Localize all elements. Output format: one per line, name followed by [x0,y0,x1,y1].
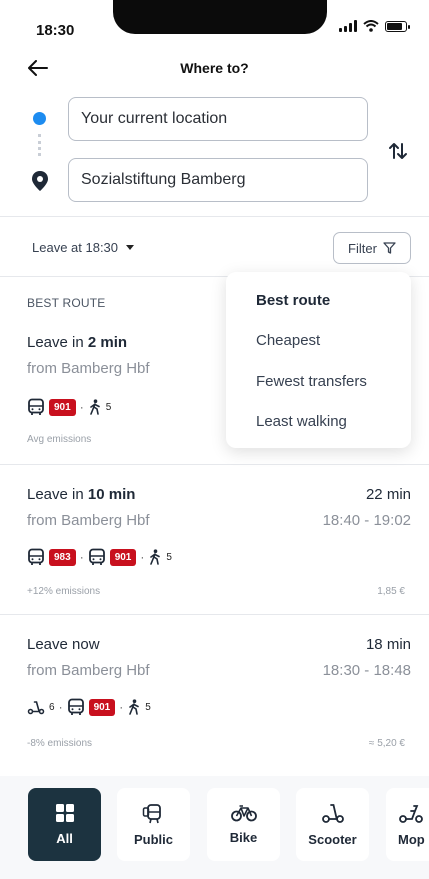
from-station: from Bamberg Hbf [27,662,150,679]
leave-time: Leave in 2 min [27,334,127,351]
from-station: from Bamberg Hbf [27,512,150,529]
device-notch [113,0,327,34]
walk-minutes: 5 [166,551,172,563]
leg-separator: · [79,550,84,564]
mode-label: Bike [229,830,258,845]
filter-label: Filter [348,240,377,256]
best-route-label: BEST ROUTE [27,296,106,310]
transport-mode-bar: All Public Bike Scooter Mop [0,776,429,879]
route-legs: 6 · 901 · 5 [27,698,151,716]
divider [0,216,429,217]
sort-option-cheapest[interactable]: Cheapest [256,332,320,349]
mode-label: Mop [398,832,425,847]
mode-label: Public [133,832,173,847]
leave-at-label: Leave at 18:30 [32,240,119,255]
line-badge: 983 [49,548,76,566]
route-card-3[interactable]: Leave now 18 min from Bamberg Hbf 18:30 … [0,614,429,764]
scooter-icon [321,804,344,823]
leg-separator: · [140,550,145,564]
trip-duration: 22 min [365,486,411,503]
status-bar: 18:30 [0,0,429,44]
status-icons [339,20,410,32]
from-station: from Bamberg Hbf [27,360,150,377]
tram-icon [142,804,161,824]
leg-separator: · [119,700,124,714]
mode-bike[interactable]: Bike [207,788,280,861]
trip-times: 18:30 - 18:48 [322,662,411,679]
bus-icon [88,548,105,565]
bus-icon [28,548,44,565]
trip-times: 18:40 - 19:02 [322,512,411,529]
leave-prefix: Leave in [27,334,88,351]
scooter-icon [27,701,45,715]
bus-icon [28,398,44,415]
emissions-label: -8% emissions [27,738,93,749]
mode-label: Scooter [308,832,357,847]
walk-minutes: 5 [105,401,112,413]
emissions-label: +12% emissions [27,586,101,597]
filter-icon [383,242,396,254]
origin-input[interactable] [68,97,368,141]
signal-icon [339,20,357,32]
walk-icon [89,399,100,415]
sort-option-least-walking[interactable]: Least walking [256,413,347,430]
line-badge: 901 [88,698,116,716]
route-connector [38,134,41,156]
swap-button[interactable] [385,138,411,164]
header: Where to? [0,50,429,86]
route-legs: 983 · 901 · 5 [27,548,172,566]
sort-option-best-route[interactable]: Best route [256,292,330,309]
status-time: 18:30 [36,22,75,39]
page-title: Where to? [180,60,249,76]
grid-icon [55,804,74,822]
leave-minutes: 10 min [87,486,136,503]
leave-prefix: Leave now [27,636,100,653]
emissions-label: Avg emissions [27,434,92,445]
mode-moped[interactable]: Mop [386,788,429,861]
leave-time: Leave in 10 min [27,486,135,503]
leg-separator: · [58,700,63,714]
sort-option-fewest-transfers[interactable]: Fewest transfers [256,373,367,390]
mode-scooter[interactable]: Scooter [296,788,369,861]
mode-public[interactable]: Public [117,788,190,861]
destination-input[interactable] [68,158,368,202]
trip-duration: 18 min [365,636,411,653]
mode-all[interactable]: All [28,788,101,861]
leave-minutes: 2 min [87,334,128,351]
moped-icon [399,805,423,823]
line-badge: 901 [49,398,76,416]
mode-label: All [56,831,73,846]
walk-icon [129,699,140,715]
swap-arrows-icon [389,143,407,159]
walk-minutes: 5 [145,701,151,713]
bus-icon [67,698,84,715]
line-badge: 901 [109,548,137,566]
sort-dropdown: Best route Cheapest Fewest transfers Lea… [226,272,411,448]
wifi-icon [363,20,379,32]
filter-button[interactable]: Filter [333,232,411,264]
route-card-2[interactable]: Leave in 10 min 22 min from Bamberg Hbf … [0,464,429,614]
bike-icon [230,805,257,822]
destination-pin-icon [32,171,48,191]
battery-icon [385,20,410,32]
trip-price: 1,85 € [377,586,405,597]
leave-prefix: Leave in [27,486,88,503]
trip-price: ≈ 5,20 € [368,738,405,749]
route-legs: 901 · 5 [27,398,111,416]
walk-icon [150,549,161,565]
leg-separator: · [79,400,84,414]
leave-at-selector[interactable]: Leave at 18:30 [32,240,135,255]
leave-time: Leave now [27,636,100,653]
scooter-minutes: 6 [49,701,55,713]
origin-dot-icon [33,112,46,125]
caret-down-icon [126,245,135,250]
